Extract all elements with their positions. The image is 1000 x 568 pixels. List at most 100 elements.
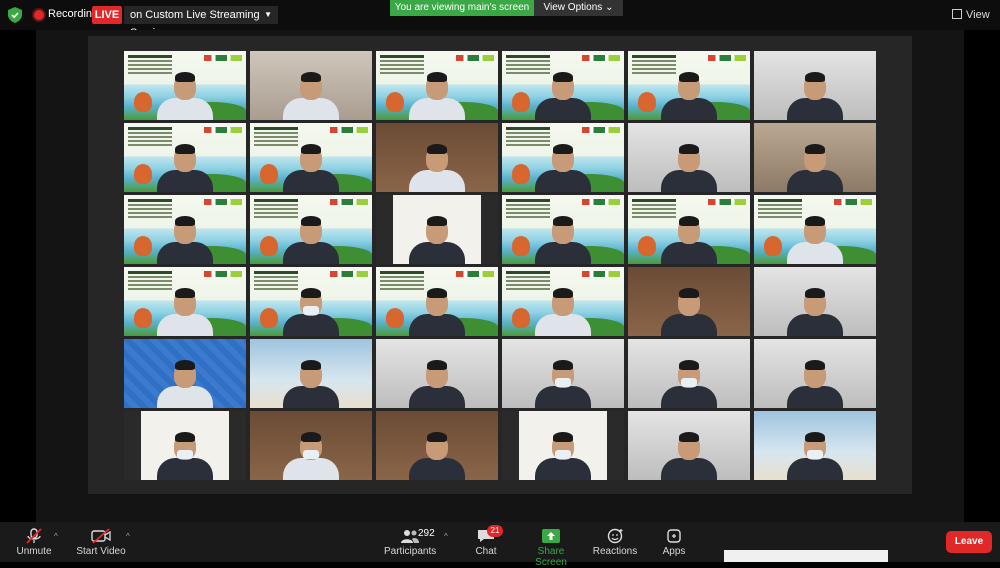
participant-video-tile[interactable] xyxy=(754,51,876,120)
participant-video-tile[interactable] xyxy=(628,51,750,120)
banner-logos-graphic xyxy=(582,199,620,205)
participant-body xyxy=(661,242,717,264)
participant-video-tile[interactable] xyxy=(250,267,372,336)
participant-video-tile[interactable] xyxy=(628,339,750,408)
participant-video-tile[interactable] xyxy=(502,123,624,192)
participant-video-tile[interactable] xyxy=(754,123,876,192)
participant-video-tile[interactable] xyxy=(124,339,246,408)
banner-text-graphic xyxy=(506,127,550,149)
banner-text-graphic xyxy=(254,271,298,293)
face-mask xyxy=(177,450,193,459)
participants-caret-icon[interactable]: ^ xyxy=(444,532,448,541)
participant-video-tile[interactable] xyxy=(376,195,498,264)
start-video-label: Start Video xyxy=(76,546,126,557)
participant-video-tile[interactable] xyxy=(502,195,624,264)
banner-logos-graphic xyxy=(456,55,494,61)
start-video-button[interactable]: Start Video xyxy=(76,522,126,562)
participant-head xyxy=(426,288,448,316)
participant-video-tile[interactable] xyxy=(628,195,750,264)
participant-video-tile[interactable] xyxy=(250,339,372,408)
banner-tree-graphic xyxy=(260,308,278,328)
banner-tree-graphic xyxy=(386,308,404,328)
participant-video-tile[interactable] xyxy=(502,339,624,408)
banner-logos-graphic xyxy=(204,271,242,277)
banner-tree-graphic xyxy=(512,236,530,256)
banner-logos-graphic xyxy=(456,271,494,277)
chat-unread-badge: 21 xyxy=(487,525,503,537)
participant-video-tile[interactable] xyxy=(124,411,246,480)
participant-body xyxy=(535,98,591,120)
participant-video-tile[interactable] xyxy=(124,51,246,120)
view-button[interactable]: View xyxy=(952,6,992,24)
participant-head xyxy=(678,72,700,100)
face-mask xyxy=(303,450,319,459)
participant-head xyxy=(552,216,574,244)
participant-video-tile[interactable] xyxy=(502,267,624,336)
share-screen-button[interactable]: Share Screen xyxy=(522,522,580,568)
participant-body xyxy=(283,242,339,264)
participant-head xyxy=(426,432,448,460)
banner-tree-graphic xyxy=(512,308,530,328)
view-label: View xyxy=(966,9,990,21)
participant-video-tile[interactable] xyxy=(754,339,876,408)
participant-video-tile[interactable] xyxy=(124,123,246,192)
participant-body xyxy=(661,458,717,480)
participant-body xyxy=(535,314,591,336)
participant-body xyxy=(535,386,591,408)
participant-video-tile[interactable] xyxy=(754,195,876,264)
banner-tree-graphic xyxy=(260,236,278,256)
participant-video-tile[interactable] xyxy=(754,267,876,336)
participant-body xyxy=(283,98,339,120)
participant-video-tile[interactable] xyxy=(250,123,372,192)
participant-body xyxy=(409,242,465,264)
banner-logos-graphic xyxy=(330,271,368,277)
face-mask xyxy=(303,306,319,315)
reactions-smiley-icon xyxy=(607,528,623,544)
participant-video-tile[interactable] xyxy=(250,51,372,120)
participant-video-tile[interactable] xyxy=(376,51,498,120)
live-stream-dropdown[interactable]: on Custom Live Streaming Service ▼ xyxy=(124,6,278,39)
participant-video-tile[interactable] xyxy=(376,123,498,192)
participant-body xyxy=(409,98,465,120)
recording-label[interactable]: Recording xyxy=(48,8,98,20)
participant-head xyxy=(552,72,574,100)
share-screen-icon xyxy=(542,529,560,543)
banner-text-graphic xyxy=(506,55,550,77)
view-options-button[interactable]: View Options ⌄ xyxy=(534,0,623,16)
face-mask xyxy=(555,450,571,459)
participant-video-tile[interactable] xyxy=(250,195,372,264)
audio-options-caret-icon[interactable]: ^ xyxy=(54,532,58,541)
banner-tree-graphic xyxy=(638,92,656,112)
annotation-mini-toolbar[interactable] xyxy=(724,550,888,562)
leave-button[interactable]: Leave xyxy=(946,531,992,553)
unmute-button[interactable]: Unmute xyxy=(12,522,56,562)
participant-video-tile[interactable] xyxy=(628,123,750,192)
banner-text-graphic xyxy=(632,55,676,77)
banner-text-graphic xyxy=(128,199,172,221)
participant-video-tile[interactable] xyxy=(376,267,498,336)
participant-video-tile[interactable] xyxy=(250,411,372,480)
participant-video-tile[interactable] xyxy=(376,339,498,408)
video-camera-off-icon xyxy=(91,528,111,544)
video-options-caret-icon[interactable]: ^ xyxy=(126,532,130,541)
participant-video-tile[interactable] xyxy=(628,267,750,336)
participant-video-tile[interactable] xyxy=(376,411,498,480)
participant-body xyxy=(157,458,213,480)
reactions-button[interactable]: Reactions xyxy=(592,522,638,562)
participant-body xyxy=(409,458,465,480)
participant-video-tile[interactable] xyxy=(502,411,624,480)
viewing-screen-notice: You are viewing main's screen xyxy=(390,0,534,16)
participant-video-tile[interactable] xyxy=(124,267,246,336)
participant-body xyxy=(787,314,843,336)
security-shield-icon[interactable] xyxy=(8,7,22,23)
participant-video-tile[interactable] xyxy=(754,411,876,480)
banner-logos-graphic xyxy=(582,271,620,277)
apps-button[interactable]: Apps xyxy=(654,522,694,562)
participant-video-tile[interactable] xyxy=(502,51,624,120)
participant-video-tile[interactable] xyxy=(628,411,750,480)
banner-tree-graphic xyxy=(134,92,152,112)
banner-logos-graphic xyxy=(834,199,872,205)
participant-body xyxy=(661,314,717,336)
participant-video-tile[interactable] xyxy=(124,195,246,264)
participant-body xyxy=(283,170,339,192)
